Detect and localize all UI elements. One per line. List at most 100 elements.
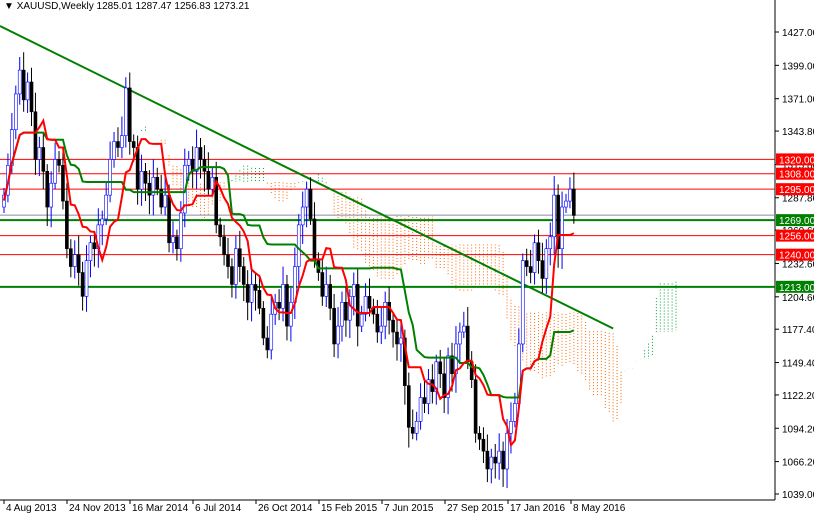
candle-body [505,432,509,470]
candle-body [332,307,336,345]
candle-body [100,218,105,226]
candle-body [399,337,403,345]
candle-body [422,397,427,404]
candle-body [253,284,258,291]
candle-body [513,403,517,422]
candle-body [127,87,132,142]
candle-body [277,301,281,309]
candle-body [49,182,53,208]
y-tick-label: 1149.40 [782,359,814,370]
candle-body [72,254,77,267]
price-chart[interactable]: 1427.001399.001371.001343.801315.801287.… [0,0,814,514]
candle-body [493,456,498,464]
y-tick-label: 1204.60 [782,293,814,304]
y-tick-label: 1066.20 [782,458,814,469]
x-tick-label: 27 Sep 2015 [447,503,504,514]
candle-body [108,159,112,196]
candle-body [418,397,423,422]
x-tick-label: 26 Oct 2014 [258,503,313,514]
candle-body [536,242,541,261]
candle-body [80,272,85,297]
symbol-label: XAUUSD,Weekly [16,1,94,12]
candle-body [414,421,419,434]
candle-body [497,450,501,464]
x-tick-label: 17 Jan 2016 [510,503,565,514]
candle-body [359,313,364,327]
x-tick-label: 15 Feb 2015 [321,503,378,514]
level-label: 1320.00 [779,155,814,166]
candle-body [202,159,207,172]
candle-body [308,188,313,220]
candle-body [198,147,203,160]
candle-body [312,218,317,261]
level-label: 1256.00 [779,232,814,243]
chart-window: 1427.001399.001371.001343.801315.801287.… [0,0,814,514]
candle-body [155,176,160,190]
candle-body [69,248,73,267]
y-tick-label: 1039.00 [782,490,814,501]
candle-body [33,111,38,160]
candle-body [395,331,399,345]
candle-body [269,313,274,351]
candle-body [29,81,34,113]
kijun-line [3,131,575,399]
candles [2,52,576,489]
candle-body [61,165,65,202]
ohlc-label: 1285.01 1287.47 1256.83 1273.21 [96,1,250,12]
x-tick-label: 16 Mar 2014 [132,503,189,514]
candle-body [104,194,108,220]
candle-body [458,331,462,345]
y-tick-label: 1427.00 [782,28,814,39]
candle-body [65,200,69,250]
candle-body [218,224,222,238]
candle-body [296,224,301,267]
candle-body [261,307,266,339]
candle-body [367,296,372,309]
candle-body [501,450,505,470]
candle-body [194,147,199,172]
candle-body [171,236,175,244]
candle-body [41,147,46,172]
x-tick-label: 7 Jun 2015 [384,503,434,514]
y-tick-label: 1094.20 [782,424,814,435]
candle-body [226,254,230,267]
candle-body [375,313,380,333]
candle-body [552,194,557,238]
candle-body [257,290,262,309]
candle-body [540,260,545,279]
candle-body [285,284,289,327]
candle-body [462,325,466,333]
candle-body [363,296,368,315]
candle-body [92,242,97,250]
candle-body [391,319,395,333]
candle-body [300,206,305,226]
candle-body [120,135,124,148]
candle-body [175,236,179,250]
y-tick-label: 1343.80 [782,127,814,138]
candle-body [473,379,478,434]
candle-body [245,284,250,303]
candle-body [481,438,486,452]
chart-header: ▼ XAUUSD,Weekly 1285.01 1287.47 1256.83 … [4,1,249,12]
candle-body [131,141,136,148]
candle-body [520,260,525,345]
candle-body [53,159,57,184]
candle-body [45,171,50,208]
x-tick-label: 8 May 2016 [573,503,626,514]
x-tick-label: 4 Aug 2013 [6,503,57,514]
candle-body [465,325,470,363]
candle-body [112,141,116,160]
candle-body [206,171,211,190]
candle-body [249,284,254,303]
candle-body [143,171,148,184]
candle-body [564,200,568,208]
candle-body [548,236,553,250]
candle-body [124,87,128,136]
candle-body [116,141,120,148]
dropdown-triangle-icon[interactable]: ▼ [4,1,14,12]
candle-body [344,301,348,321]
candle-body [351,284,356,297]
candle-body [324,284,329,297]
candle-body [485,450,490,470]
candle-body [186,159,191,166]
